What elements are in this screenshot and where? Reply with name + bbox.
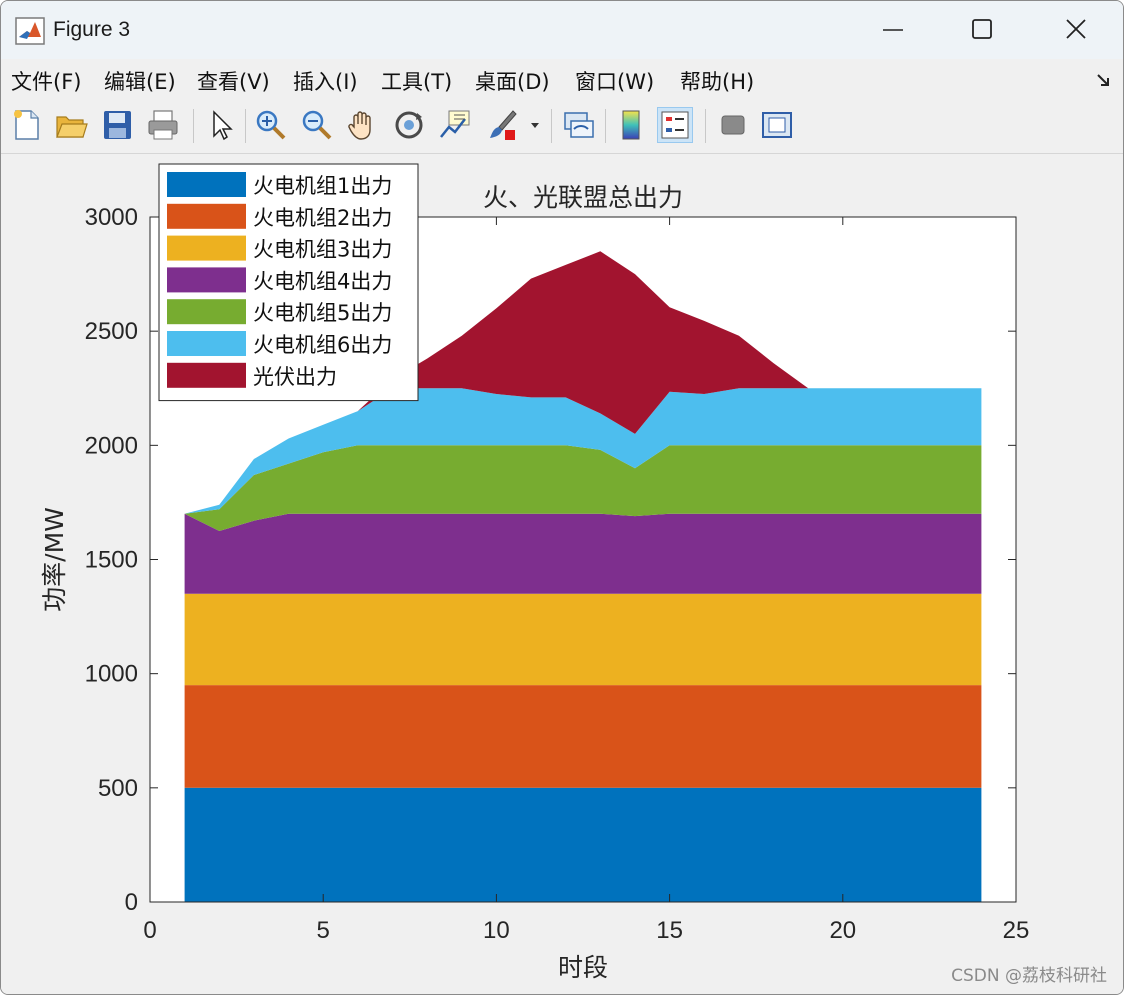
save-icon[interactable] [99,107,135,143]
legend-entry-label: 火电机组1出力 [253,174,392,198]
brush-dropdown-icon[interactable] [525,107,545,143]
select-arrow-icon[interactable] [203,107,239,143]
menu-bar: 文件(F) 编辑(E) 查看(V) 插入(I) 工具(T) 桌面(D) 窗口(W… [1,59,1123,101]
figure-toolbar [1,101,1123,154]
legend-swatch [167,362,246,388]
legend-entry-label: 火电机组5出力 [253,301,392,325]
x-tick-label: 10 [483,917,510,944]
figure-window: Figure 3 文件(F) 编辑(E) 查看(V) 插入(I) 工具(T) 桌… [0,0,1124,995]
menu-overflow-arrow-icon[interactable] [1095,71,1113,93]
legend-swatch [167,203,246,229]
y-tick-label: 3000 [85,204,138,231]
legend-entry-label: 光伏出力 [253,365,337,389]
x-tick-label: 5 [317,917,330,944]
y-tick-label: 2000 [85,432,138,459]
legend-swatch [167,331,246,356]
matlab-logo-icon [15,17,45,45]
brush-icon[interactable] [485,107,521,143]
x-tick-label: 0 [143,917,156,944]
minimize-button[interactable] [859,9,929,51]
link-plot-icon[interactable] [561,107,597,143]
y-tick-label: 2500 [85,318,138,345]
pan-hand-icon[interactable] [345,107,381,143]
area-series-2 [184,685,982,788]
hide-plot-tools-icon[interactable] [715,107,751,143]
legend-entry-label: 火电机组3出力 [253,238,392,262]
legend-swatch [167,235,246,261]
legend-swatch [167,172,246,197]
legend-entry-label: 火电机组4出力 [253,269,392,293]
menu-window[interactable]: 窗口(W) [575,66,654,96]
y-tick-label: 0 [125,889,138,916]
y-tick-label: 1000 [85,661,138,688]
menu-file[interactable]: 文件(F) [11,66,81,96]
y-tick-label: 500 [98,775,138,802]
legend-swatch [167,299,246,325]
menu-view[interactable]: 查看(V) [197,66,270,96]
legend-icon[interactable] [657,107,693,143]
chart-title: 火、光联盟总出力 [483,183,683,212]
x-tick-label: 15 [656,917,683,944]
x-tick-label: 20 [829,917,856,944]
y-axis-label: 功率/MW [40,507,69,612]
watermark: CSDN @荔枝科研社 [951,966,1107,986]
x-axis-label: 时段 [558,953,608,982]
menu-insert[interactable]: 插入(I) [293,66,358,96]
menu-tools[interactable]: 工具(T) [381,66,452,96]
x-tick-label: 25 [1003,917,1030,944]
menu-help[interactable]: 帮助(H) [680,66,754,96]
colorbar-icon[interactable] [613,107,649,143]
window-title: Figure 3 [53,18,131,41]
title-bar: Figure 3 [1,1,1123,59]
zoom-out-icon[interactable] [299,107,335,143]
menu-edit[interactable]: 编辑(E) [104,66,176,96]
new-figure-icon[interactable] [9,107,45,143]
zoom-in-icon[interactable] [253,107,289,143]
legend[interactable]: 火电机组1出力火电机组2出力火电机组3出力火电机组4出力火电机组5出力火电机组6… [158,163,419,402]
data-cursor-icon[interactable] [437,107,473,143]
legend-entry-label: 火电机组6出力 [253,333,392,357]
print-icon[interactable] [145,107,181,143]
stacked-area-chart: 0 5 10 15 20 25 0 500 1000 1500 2000 2500 3000 火、光联盟… [40,163,1030,982]
menu-desktop[interactable]: 桌面(D) [475,66,550,96]
rotate-3d-icon[interactable] [391,107,427,143]
y-tick-label: 1500 [85,547,138,574]
close-button[interactable] [1041,9,1111,51]
area-series-3 [184,593,982,686]
maximize-button[interactable] [947,9,1017,51]
area-series-1 [184,787,982,902]
legend-entry-label: 火电机组2出力 [253,206,392,230]
legend-swatch [167,267,246,293]
open-file-icon[interactable] [53,107,89,143]
figure-canvas: 0 5 10 15 20 25 0 500 1000 1500 2000 2500 3000 火、光联盟… [1,154,1123,994]
area-series-4 [184,513,982,594]
show-plot-tools-icon[interactable] [759,107,795,143]
